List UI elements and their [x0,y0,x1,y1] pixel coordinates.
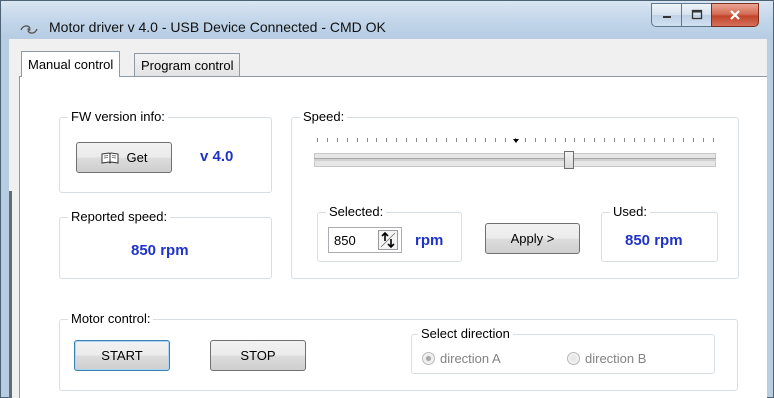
window-title: Motor driver v 4.0 - USB Device Connecte… [49,19,386,35]
minimize-button[interactable] [651,3,681,27]
app-window: Motor driver v 4.0 - USB Device Connecte… [0,0,774,398]
slider-tick [555,138,556,142]
slider-tick [456,138,457,142]
start-button[interactable]: START [74,340,170,371]
speed-slider-thumb[interactable] [564,151,574,169]
direction-b-radio[interactable] [567,352,580,365]
close-button[interactable] [711,3,759,27]
slider-tick [317,138,318,142]
apply-button[interactable]: Apply > [485,223,580,254]
maximize-button[interactable] [681,3,711,27]
slider-tick [386,138,387,142]
minimize-icon [662,16,671,18]
selected-speed-input[interactable]: 850 [328,227,402,253]
slider-tick [703,138,704,142]
slider-tick [416,138,417,142]
slider-tick [683,138,684,142]
slider-tick [505,138,506,142]
slider-tick [347,138,348,142]
caption-buttons [651,3,759,31]
used-legend: Used: [610,204,650,219]
book-icon [101,151,119,164]
slider-tick [485,138,486,142]
selected-speed-unit: rpm [415,232,444,249]
fw-version-legend: FW version info: [68,109,168,124]
slider-tick [654,138,655,142]
used-speed-value: 850 rpm [625,232,683,249]
selected-speed-value: 850 [334,232,356,248]
direction-a-radio[interactable] [422,352,435,365]
motor-control-legend: Motor control: [68,311,154,326]
reported-speed-legend: Reported speed: [68,209,171,224]
slider-tick [466,138,467,142]
slider-tick [624,138,625,142]
tab-manual-control[interactable]: Manual control [21,51,121,77]
selected-legend: Selected: [326,204,387,219]
slider-tick [644,138,645,142]
window-edge-divider [9,191,12,398]
slider-tick [584,138,585,142]
slider-tick [594,138,595,142]
maximize-icon [691,9,702,20]
slider-tick [614,138,615,142]
tab-program-control[interactable]: Program control [134,53,241,76]
slider-tick [376,138,377,142]
reported-speed-value: 850 rpm [131,242,189,259]
slider-tick [406,138,407,142]
slider-tick [664,138,665,142]
slider-tick [574,138,575,142]
slider-tick [525,138,526,142]
close-icon [730,10,740,20]
slider-tick [673,138,674,142]
direction-a-label: direction A [440,351,501,366]
direction-legend: Select direction [418,326,513,341]
slider-tick [367,138,368,142]
slider-tick [535,138,536,142]
get-button-label: Get [126,150,148,165]
slider-tick [446,138,447,142]
slider-tick [337,138,338,142]
slider-tick [475,138,476,142]
spin-updown-icon[interactable] [378,230,398,250]
slider-tick [565,138,566,142]
slider-tick [604,138,605,142]
get-version-button[interactable]: Get [76,142,172,173]
title-bar[interactable]: Motor driver v 4.0 - USB Device Connecte… [1,1,773,39]
slider-tick [693,138,694,142]
slider-tick [396,138,397,142]
slider-tick [426,138,427,142]
slider-tick [634,138,635,142]
slider-tick [327,138,328,142]
slider-tick [357,138,358,142]
direction-a-option[interactable]: direction A [422,351,501,366]
direction-b-label: direction B [585,351,647,366]
fw-version-value: v 4.0 [200,148,234,165]
stop-button[interactable]: STOP [210,340,306,371]
slider-tick [713,138,714,142]
speed-slider-groove [314,158,716,161]
motor-app-icon [20,25,38,34]
slider-tick [545,138,546,142]
slider-tick [436,138,437,142]
speed-legend: Speed: [300,109,348,124]
slider-tick [495,138,496,142]
direction-b-option[interactable]: direction B [567,351,646,366]
slider-marker-icon [513,139,519,143]
